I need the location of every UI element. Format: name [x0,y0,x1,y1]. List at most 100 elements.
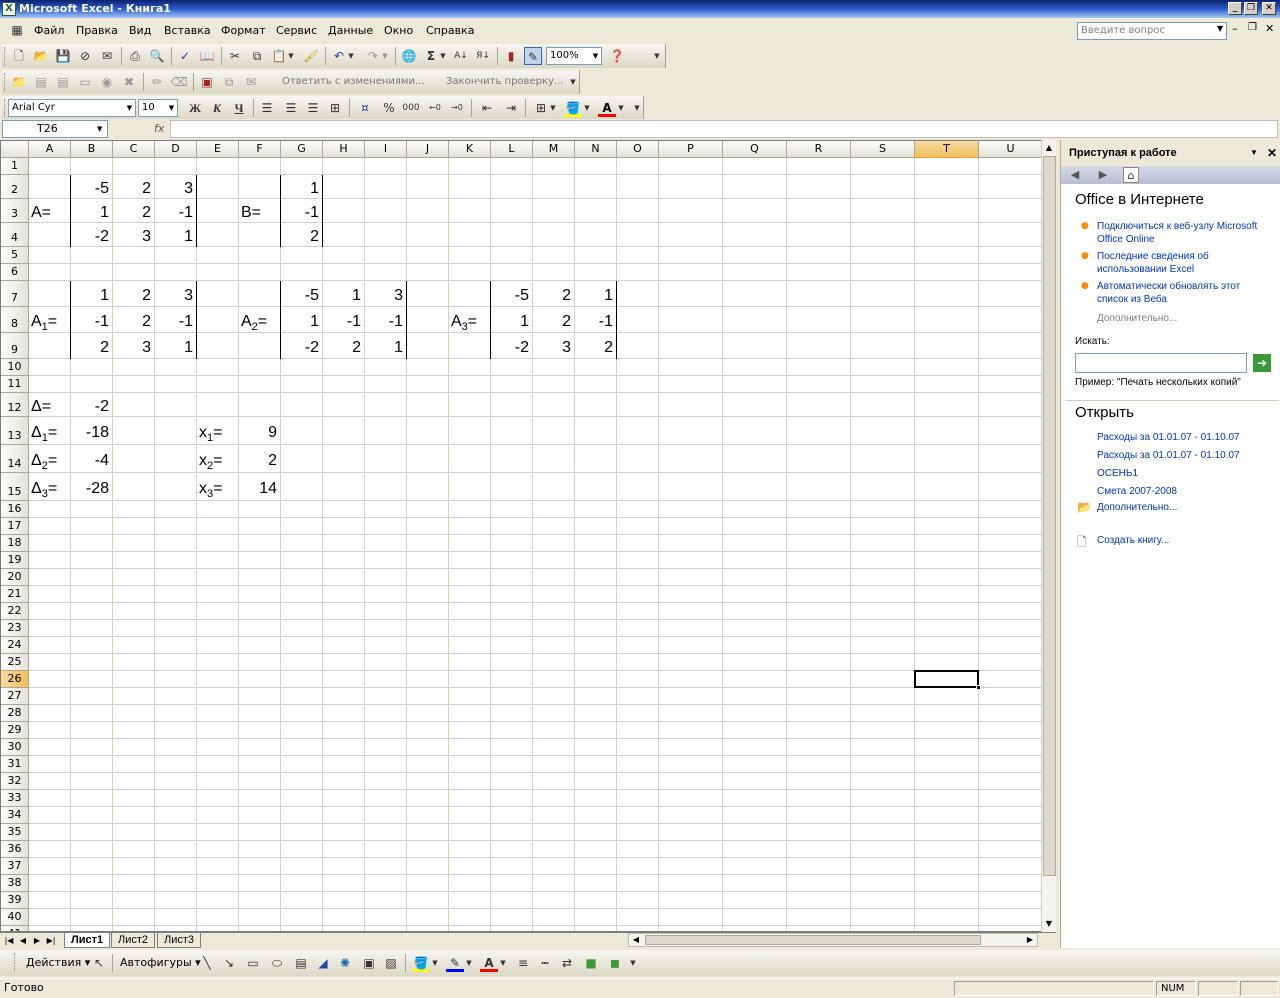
oval-icon[interactable]: ⬭ [268,954,286,972]
row-header-3[interactable]: 3 [1,199,29,223]
row-header-31[interactable]: 31 [1,756,29,773]
fill-color-icon[interactable]: 🪣 [564,99,582,117]
forward-icon[interactable]: ▶ [1095,167,1111,183]
increase-indent-icon[interactable]: ⇥ [502,99,520,117]
font-dropdown-icon[interactable]: ▼ [124,100,135,116]
review-icon[interactable]: ▤ [54,73,72,91]
vertical-scrollbar[interactable]: ▲ ▼ [1041,140,1056,932]
row-header-23[interactable]: 23 [1,620,29,637]
row-header-17[interactable]: 17 [1,518,29,535]
scroll-thumb[interactable] [1043,156,1056,876]
spreadsheet-grid[interactable]: A B C D E F G H I J K L M N O P Q R S T U 1 2 3 4 5 6 7 8 9 10 11 12 13 14… [0,140,1056,932]
line-color-icon[interactable]: ✎ [446,954,464,972]
ask-question-box[interactable]: Введите вопрос [1077,22,1227,40]
row-header-22[interactable]: 22 [1,603,29,620]
arrow-icon[interactable]: ↘ [220,954,238,972]
cell-h9[interactable]: 2 [323,333,365,359]
cell-h7[interactable]: 1 [323,281,365,307]
borders-dropdown-icon[interactable]: ▼ [548,99,558,117]
toolbar-options-icon[interactable]: ▼ [652,47,662,65]
cell-g3[interactable]: -1 [281,199,323,223]
online-link-2[interactable]: Последние сведения об использовании Exce… [1097,250,1272,276]
align-center-icon[interactable]: ☰ [282,99,300,117]
row-header-6[interactable]: 6 [1,264,29,281]
workbook-icon[interactable]: ▦ [8,21,26,39]
column-header-k[interactable]: K [449,141,491,158]
fill-dropdown-icon[interactable]: ▼ [582,99,592,117]
email-icon[interactable]: ✉ [98,47,116,65]
toolbar-options-icon[interactable]: ▼ [628,954,638,972]
row-header-9[interactable]: 9 [1,333,29,359]
clipart-icon[interactable]: ▣ [360,954,378,972]
cell-b13[interactable]: -18 [71,417,113,445]
permission-icon[interactable]: ⊘ [76,47,94,65]
actions-menu[interactable]: Действия ▾ [26,956,90,969]
cell-f14[interactable]: 2 [239,445,281,473]
doc-minimize-icon[interactable]: – [1232,22,1238,35]
row-header-12[interactable]: 12 [1,393,29,417]
close-button[interactable]: ✕ [1262,2,1276,15]
3d-icon[interactable]: ◼ [606,954,624,972]
cell-b7[interactable]: 1 [71,281,113,307]
row-header-21[interactable]: 21 [1,586,29,603]
hyperlink-icon[interactable]: 🌐 [400,47,418,65]
menu-insert[interactable]: Вставка [164,24,211,37]
cell-c3[interactable]: 2 [113,199,155,223]
review-icon[interactable]: ▤ [32,73,50,91]
ink-icon[interactable]: ✏ [148,73,166,91]
cell-d7[interactable]: 3 [155,281,197,307]
cell-c2[interactable]: 2 [113,175,155,199]
row-header-24[interactable]: 24 [1,637,29,654]
cell-n9[interactable]: 2 [575,333,617,359]
column-header-q[interactable]: Q [723,141,787,158]
preview-icon[interactable]: 🔍 [148,47,166,65]
cell-c8[interactable]: 2 [113,307,155,333]
rectangle-icon[interactable]: ▭ [244,954,262,972]
row-header-7[interactable]: 7 [1,281,29,307]
row-header-11[interactable]: 11 [1,376,29,393]
cell-d9[interactable]: 1 [155,333,197,359]
column-header-g[interactable]: G [281,141,323,158]
doc-close-icon[interactable]: ✕ [1265,22,1274,35]
cell-m7[interactable]: 2 [533,281,575,307]
column-header-c[interactable]: C [113,141,155,158]
menu-edit[interactable]: Правка [76,24,118,37]
paste-dropdown-icon[interactable]: ▼ [286,47,296,65]
recent-file-3[interactable]: ОСЕНЬ1 [1097,467,1272,480]
row-header-19[interactable]: 19 [1,552,29,569]
cell-f15[interactable]: 14 [239,473,281,501]
cell-b15[interactable]: -28 [71,473,113,501]
row-header-32[interactable]: 32 [1,773,29,790]
line-style-icon[interactable]: ≡ [514,954,532,972]
column-header-o[interactable]: O [617,141,659,158]
chart-wizard-icon[interactable]: ▮ [502,47,520,65]
drawing-toggle-icon[interactable]: ✎ [524,47,542,65]
autosum-dropdown-icon[interactable]: ▼ [438,47,448,65]
wordart-icon[interactable]: ◢ [314,954,332,972]
thousands-button[interactable]: 000 [402,99,420,117]
line-color-dropdown-icon[interactable]: ▼ [464,954,474,972]
align-right-icon[interactable]: ☰ [304,99,322,117]
fill-color-icon[interactable]: 🪣 [412,954,430,972]
online-link-3[interactable]: Автоматически обновлять этот список из В… [1097,280,1272,306]
scroll-up-icon[interactable]: ▲ [1042,140,1056,155]
task-pane-close-icon[interactable]: ✕ [1267,140,1277,166]
format-painter-icon[interactable]: 🖌 [302,47,320,65]
spelling-icon[interactable]: ✓ [176,47,194,65]
zoom-dropdown-icon[interactable]: ▼ [590,48,601,64]
bold-button[interactable]: Ж [186,99,204,117]
size-dropdown-icon[interactable]: ▼ [166,100,177,116]
cell-n8[interactable]: -1 [575,307,617,333]
cell-g9[interactable]: -2 [281,333,323,359]
row-header-25[interactable]: 25 [1,654,29,671]
maximize-button[interactable]: ❐ [1244,2,1258,15]
cell-c7[interactable]: 2 [113,281,155,307]
cell-g8[interactable]: 1 [281,307,323,333]
row-header-33[interactable]: 33 [1,790,29,807]
column-header-u[interactable]: U [979,141,1043,158]
row-header-13[interactable]: 13 [1,417,29,445]
ink-erase-icon[interactable]: ⌫ [170,73,188,91]
menu-format[interactable]: Формат [221,24,266,37]
undo-dropdown-icon[interactable]: ▼ [346,47,356,65]
create-workbook-link[interactable]: Создать книгу... [1097,534,1272,547]
